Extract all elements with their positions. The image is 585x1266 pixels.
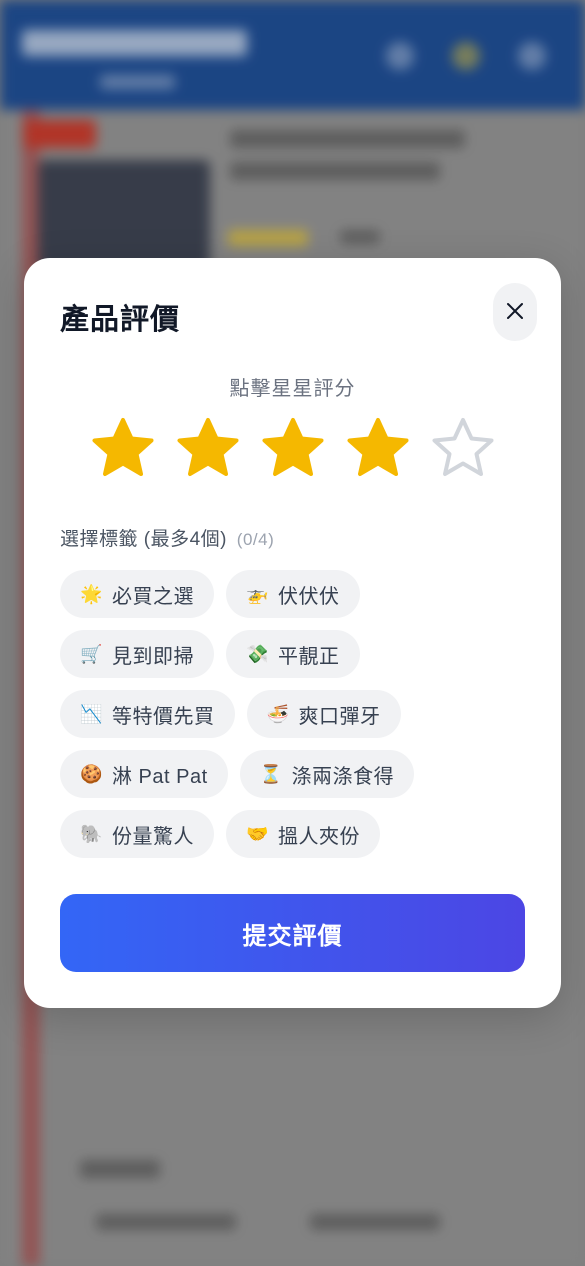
tags-count: (0/4)	[236, 530, 275, 549]
tag-label: 份量驚人	[112, 825, 194, 848]
tag-chip[interactable]: 🐘 份量驚人	[60, 810, 214, 858]
tag-label: 等特價先買	[112, 705, 215, 728]
hourglass-icon: ⏳	[259, 763, 283, 784]
tag-row: 🛒 見到即掃 💸 平靚正	[60, 630, 530, 678]
tag-chip[interactable]: 🌟 必買之選	[60, 570, 214, 618]
star-empty-icon[interactable]	[428, 414, 498, 484]
sun-icon: 🌟	[80, 583, 103, 604]
tag-label: 爽口彈牙	[298, 705, 381, 728]
helicopter-icon: 🚁	[246, 583, 269, 604]
tag-row: 📉 等特價先買 🍜 爽口彈牙	[60, 690, 530, 738]
tag-chip[interactable]: 🍪 淋 Pat Pat	[60, 750, 228, 798]
money-icon: 💸	[246, 643, 269, 664]
rating-modal: 產品評價 點擊星星評分 選擇標籤 (最多4個) (0/4) 🌟 必買之選 🚁 伏…	[24, 258, 561, 1008]
tag-chip[interactable]: 💸 平靚正	[226, 630, 360, 678]
elephant-icon: 🐘	[80, 823, 103, 844]
star-rating	[88, 414, 498, 484]
handshake-icon: 🤝	[246, 823, 269, 844]
close-button[interactable]	[493, 283, 537, 341]
shopping-cart-icon: 🛒	[80, 643, 103, 664]
star-filled-icon[interactable]	[173, 414, 243, 484]
tag-list: 🌟 必買之選 🚁 伏伏伏 🛒 見到即掃 💸 平靚正 📉 等特價先買 🍜 爽口彈牙…	[60, 570, 530, 870]
star-filled-icon[interactable]	[343, 414, 413, 484]
star-filled-icon[interactable]	[258, 414, 328, 484]
noodle-bowl-icon: 🍜	[266, 703, 289, 724]
tags-label: 選擇標籤 (最多4個) (0/4)	[60, 524, 274, 551]
close-icon	[505, 301, 525, 324]
tag-label: 涤兩涤食得	[291, 765, 395, 788]
tag-label: 淋 Pat Pat	[112, 765, 208, 788]
tag-row: 🐘 份量驚人 🤝 搵人夾份	[60, 810, 530, 858]
tag-chip[interactable]: 🚁 伏伏伏	[226, 570, 360, 618]
tag-chip[interactable]: 🛒 見到即掃	[60, 630, 214, 678]
tag-label: 伏伏伏	[278, 585, 340, 608]
tag-label: 搵人夾份	[278, 825, 360, 848]
tag-chip[interactable]: ⏳ 涤兩涤食得	[239, 750, 415, 798]
tag-row: 🍪 淋 Pat Pat ⏳ 涤兩涤食得	[60, 750, 530, 798]
star-filled-icon[interactable]	[88, 414, 158, 484]
tag-chip[interactable]: 🤝 搵人夾份	[226, 810, 380, 858]
tag-chip[interactable]: 🍜 爽口彈牙	[246, 690, 401, 738]
tag-label: 平靚正	[278, 645, 340, 668]
tags-label-text: 選擇標籤 (最多4個)	[60, 529, 228, 550]
tag-chip[interactable]: 📉 等特價先買	[60, 690, 235, 738]
tag-row: 🌟 必買之選 🚁 伏伏伏	[60, 570, 530, 618]
tag-label: 見到即掃	[112, 645, 194, 668]
chart-down-icon: 📉	[80, 703, 103, 724]
rating-prompt: 點擊星星評分	[229, 378, 356, 400]
cookie-icon: 🍪	[80, 763, 103, 784]
submit-review-button[interactable]: 提交評價	[60, 894, 525, 972]
tag-label: 必買之選	[112, 585, 194, 608]
modal-title: 產品評價	[60, 304, 181, 336]
